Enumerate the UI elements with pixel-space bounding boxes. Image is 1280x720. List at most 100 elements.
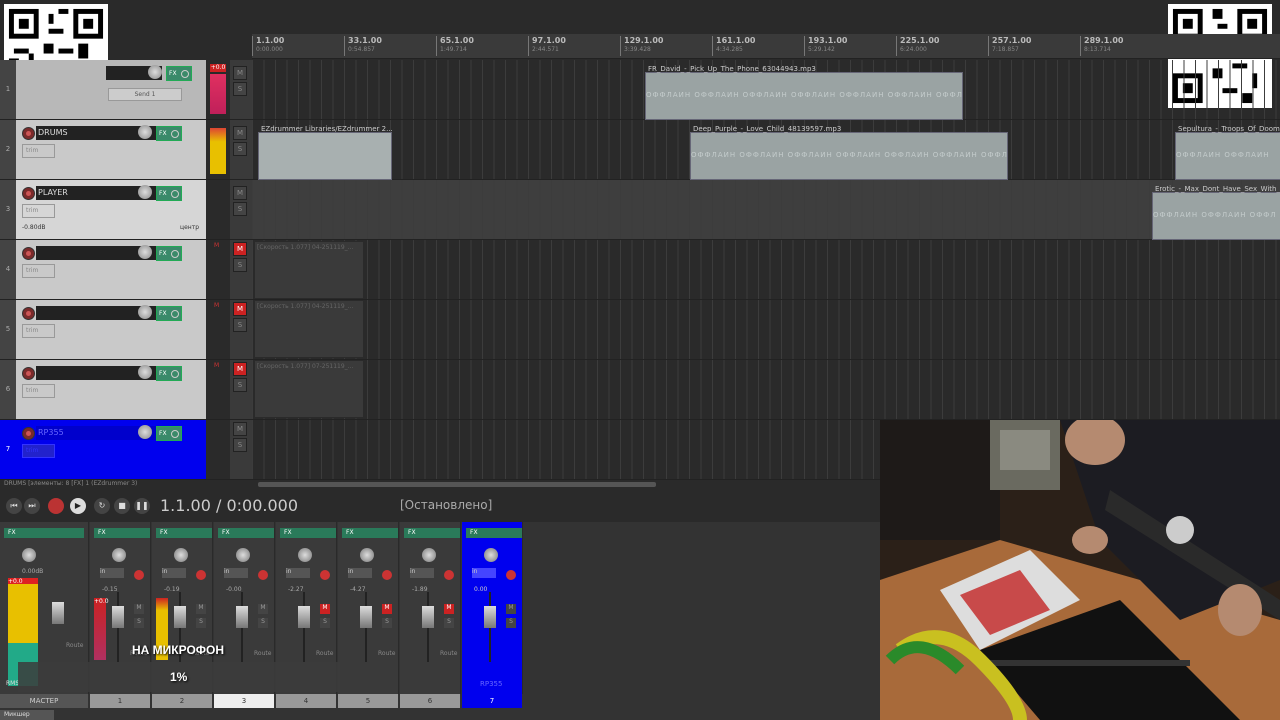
record-arm-button[interactable]: [22, 187, 35, 200]
pan-knob[interactable]: [484, 548, 498, 562]
pan-knob[interactable]: [112, 548, 126, 562]
ghost-item[interactable]: [Скорость 1.077] 04-251119_...: [254, 241, 364, 299]
volume-knob[interactable]: [138, 425, 152, 439]
trim-button[interactable]: trim: [22, 444, 55, 458]
pan-knob[interactable]: [236, 548, 250, 562]
solo-button[interactable]: S: [258, 618, 268, 628]
input-button[interactable]: in: [348, 568, 372, 578]
volume-fader[interactable]: [52, 602, 64, 624]
record-arm-button[interactable]: [22, 127, 35, 140]
input-button[interactable]: in: [100, 568, 124, 578]
record-arm-button[interactable]: [258, 570, 268, 580]
horizontal-scrollbar[interactable]: [258, 482, 656, 487]
fx-button[interactable]: FX: [156, 528, 212, 538]
volume-fader[interactable]: [236, 606, 248, 628]
mixer-strip[interactable]: FX in -1.89 M S Route: [400, 522, 461, 694]
fx-button[interactable]: FX: [280, 528, 336, 538]
trim-button[interactable]: trim: [22, 264, 55, 278]
solo-button[interactable]: S: [233, 438, 247, 452]
record-arm-button[interactable]: [444, 570, 454, 580]
trim-button[interactable]: trim: [22, 384, 55, 398]
pan-knob[interactable]: [298, 548, 312, 562]
solo-button[interactable]: S: [233, 318, 247, 332]
mixer-strip[interactable]: FX in -4.27 M S Route: [338, 522, 399, 694]
fx-button[interactable]: FX: [156, 306, 182, 321]
mute-button[interactable]: M: [320, 604, 330, 614]
fx-button[interactable]: FX: [156, 246, 182, 261]
volume-fader[interactable]: [484, 606, 496, 628]
media-item[interactable]: Erotic_-_Max_Dont_Have_Sex_With_Y... ОФФ…: [1152, 185, 1280, 240]
record-arm-button[interactable]: [320, 570, 330, 580]
mixer-tab[interactable]: Микшер: [0, 710, 54, 720]
mixer-strip[interactable]: FX in 0.00 M S RP355: [462, 522, 523, 694]
volume-fader[interactable]: [298, 606, 310, 628]
stop-button[interactable]: ■: [114, 498, 130, 514]
solo-button[interactable]: S: [233, 82, 247, 96]
record-arm-button[interactable]: [22, 307, 35, 320]
volume-fader[interactable]: [360, 606, 372, 628]
fx-button[interactable]: FX: [94, 528, 150, 538]
volume-knob[interactable]: [138, 305, 152, 319]
fx-button[interactable]: FX: [156, 426, 182, 441]
track-lane[interactable]: [252, 300, 1280, 360]
fx-button[interactable]: FX: [156, 126, 182, 141]
solo-button[interactable]: S: [382, 618, 392, 628]
mute-button[interactable]: M: [196, 604, 206, 614]
record-button[interactable]: [48, 498, 64, 514]
mute-button[interactable]: M: [506, 604, 516, 614]
volume-knob[interactable]: [138, 245, 152, 259]
solo-button[interactable]: S: [233, 142, 247, 156]
skip-start-icon[interactable]: ⏮: [6, 498, 22, 514]
solo-button[interactable]: S: [134, 618, 144, 628]
mute-button[interactable]: M: [233, 302, 247, 316]
mute-button[interactable]: M: [233, 242, 247, 256]
media-item[interactable]: Deep_Purple_-_Love_Child_48139597.mp3 ОФ…: [690, 125, 1008, 180]
trim-button[interactable]: trim: [22, 204, 55, 218]
pan-knob[interactable]: [360, 548, 374, 562]
track-panel[interactable]: FX trim: [16, 300, 206, 359]
fx-button[interactable]: FX: [156, 186, 182, 201]
ghost-item[interactable]: [Скорость 1.077] 07-251119_...: [254, 360, 364, 418]
volume-knob[interactable]: [138, 185, 152, 199]
mute-button[interactable]: M: [233, 186, 247, 200]
fx-button[interactable]: FX: [4, 528, 84, 538]
loop-button[interactable]: ↻: [94, 498, 110, 514]
record-arm-button[interactable]: [196, 570, 206, 580]
volume-fader[interactable]: [422, 606, 434, 628]
mute-button[interactable]: M: [444, 604, 454, 614]
fx-button[interactable]: FX: [466, 528, 522, 538]
record-arm-button[interactable]: [22, 427, 35, 440]
track-row[interactable]: 4 FX trim M M S: [0, 240, 252, 300]
volume-fader[interactable]: [174, 606, 186, 628]
input-button[interactable]: in: [224, 568, 248, 578]
record-arm-button[interactable]: [22, 247, 35, 260]
mute-button[interactable]: M: [233, 422, 247, 436]
track-row[interactable]: 3 PLAYER FX trim -0.80dB центр M S: [0, 180, 252, 240]
solo-button[interactable]: S: [233, 378, 247, 392]
track-lane[interactable]: [252, 360, 1280, 420]
record-arm-button[interactable]: [22, 367, 35, 380]
track-row[interactable]: 1 FX Send 1 +0.0 M S: [0, 60, 252, 120]
solo-button[interactable]: S: [233, 202, 247, 216]
record-arm-button[interactable]: [134, 570, 144, 580]
pan-knob[interactable]: [422, 548, 436, 562]
fx-button[interactable]: FX: [404, 528, 460, 538]
track-panel[interactable]: FX trim: [16, 240, 206, 299]
track-row[interactable]: 7 RP355 FX trim M S: [0, 420, 252, 480]
mute-button[interactable]: M: [258, 604, 268, 614]
track-lane[interactable]: [252, 240, 1280, 300]
media-item[interactable]: EZdrummer Libraries/EZdrummer 2...: [258, 125, 393, 180]
mute-button[interactable]: M: [134, 604, 144, 614]
fx-button[interactable]: FX: [218, 528, 274, 538]
record-arm-button[interactable]: [506, 570, 516, 580]
play-button[interactable]: ▶: [70, 498, 86, 514]
solo-button[interactable]: S: [233, 258, 247, 272]
track-panel[interactable]: RP355 FX trim: [16, 420, 206, 479]
media-item[interactable]: FR_David_-_Pick_Up_The_Phone_63044943.mp…: [645, 65, 963, 120]
fx-button[interactable]: FX: [156, 366, 182, 381]
pause-button[interactable]: ❚❚: [134, 498, 150, 514]
solo-button[interactable]: S: [196, 618, 206, 628]
input-button[interactable]: in: [472, 568, 496, 578]
track-lane[interactable]: [252, 180, 1280, 240]
input-button[interactable]: in: [162, 568, 186, 578]
